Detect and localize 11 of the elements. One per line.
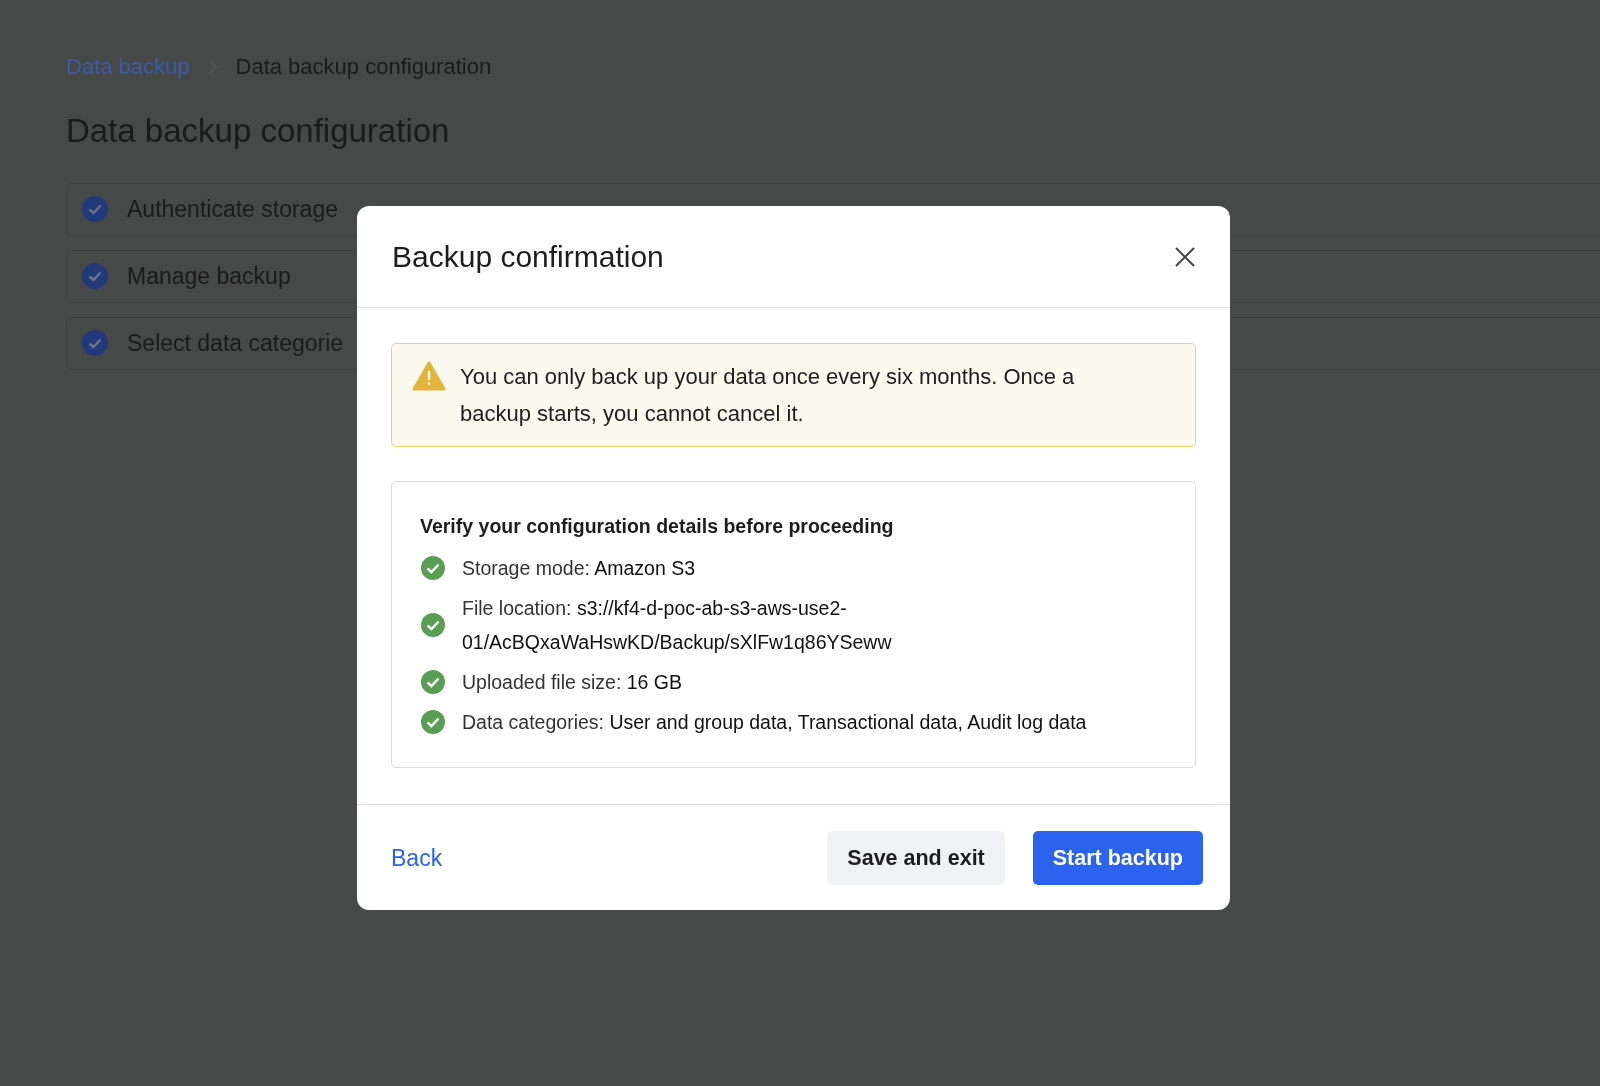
detail-text: Data categories: User and group data, Transactional data, Audit log data [462,710,1087,736]
detail-text: File location: s3://kf4-d-poc-ab-s3-aws-use2-01/AcBQxaWaHswKD/Backup/sXlFw1q86YSeww [462,596,893,656]
detail-text: Uploaded file size: 16 GB [462,670,683,696]
detail-text: Storage mode: Amazon S3 [462,556,696,582]
details-heading: Verify your configuration details before proceeding [420,514,895,539]
back-link[interactable]: Back [391,840,443,875]
modal-title: Backup confirmation [392,238,664,275]
start-backup-button[interactable]: Start backup [1032,830,1203,885]
warning-icon [412,361,446,391]
warning-text: You can only back up your data once every six months. Once a backup starts, you cannot cancel it. [460,363,1076,428]
save-exit-button[interactable]: Save and exit [827,830,1005,885]
